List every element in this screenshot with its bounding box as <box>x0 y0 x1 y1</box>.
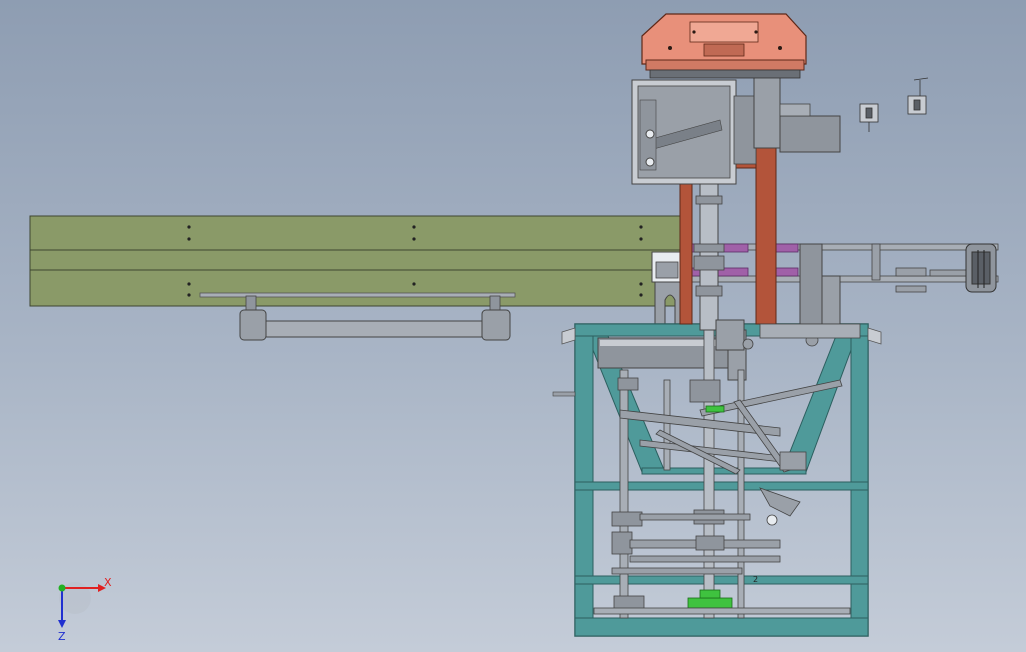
coordinate-triad: X Z <box>58 576 112 643</box>
y-axis-dot-icon <box>58 584 66 592</box>
z-axis-label: Z <box>58 630 66 643</box>
bottom-drive <box>593 589 851 615</box>
conveyor-upper-belt <box>29 215 683 251</box>
transfer-arm <box>687 243 999 325</box>
callout-label: 2 <box>753 575 758 584</box>
gripper-head <box>641 13 807 79</box>
loose-parts <box>859 77 929 132</box>
base-frame <box>561 323 882 637</box>
conveyor-end-bracket <box>651 251 684 325</box>
conveyor-lower-belt <box>29 269 683 307</box>
conveyor-assembly <box>29 215 684 341</box>
upper-gearbox <box>631 75 841 185</box>
cad-viewport[interactable]: 2 X Z <box>0 0 1026 652</box>
side-rod <box>552 391 576 397</box>
red-post-right <box>755 139 777 325</box>
internal-mechanism: 2 <box>552 299 851 619</box>
arm-clamps <box>871 243 967 293</box>
chain-sprocket <box>965 243 997 293</box>
machine-assembly-drawing: 2 X Z <box>29 13 999 643</box>
x-axis-label: X <box>104 576 112 589</box>
z-arrow-icon <box>58 620 66 628</box>
conveyor-middle-belt <box>29 249 683 271</box>
